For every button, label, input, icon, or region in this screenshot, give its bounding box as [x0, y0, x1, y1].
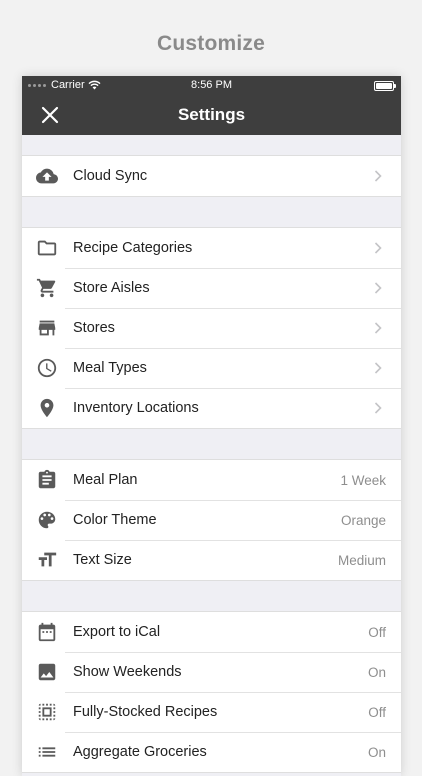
- chevron-right-icon: [374, 242, 382, 254]
- settings-row-label: Export to iCal: [73, 624, 161, 640]
- chevron-right-icon: [374, 282, 382, 294]
- settings-row-value: On: [367, 665, 386, 680]
- section-spacer: [22, 429, 401, 459]
- settings-row-export-ical[interactable]: Export to iCal Off: [22, 612, 401, 652]
- cart-icon: [36, 278, 56, 298]
- settings-row-label: Cloud Sync: [73, 168, 148, 184]
- select-all-icon: [38, 703, 56, 721]
- page-title: Settings: [177, 105, 246, 124]
- section-organization: Recipe Categories Store Aisles Stores Me…: [22, 227, 401, 429]
- chevron-right-icon: [374, 362, 382, 374]
- settings-row-value: On: [367, 745, 386, 760]
- settings-row-label: Meal Plan: [73, 472, 138, 488]
- settings-row-recipe-categories[interactable]: Recipe Categories: [22, 228, 401, 268]
- settings-row-value: Off: [368, 625, 386, 640]
- chevron-right-icon: [374, 402, 382, 414]
- settings-row-label: Text Size: [73, 552, 132, 568]
- settings-row-store-aisles[interactable]: Store Aisles: [22, 268, 401, 308]
- settings-row-label: Fully-Stocked Recipes: [73, 704, 218, 720]
- headline: Customize: [157, 32, 265, 55]
- chevron-right-icon: [374, 170, 382, 182]
- settings-row-value: Off: [368, 705, 386, 720]
- settings-row-value: Orange: [340, 513, 386, 528]
- settings-row-label: Color Theme: [73, 512, 157, 528]
- section-toggles: Export to iCal Off Show Weekends On Full…: [22, 611, 401, 773]
- settings-row-aggregate-groceries[interactable]: Aggregate Groceries On: [22, 732, 401, 772]
- settings-row-label: Stores: [73, 320, 115, 336]
- settings-row-show-weekends[interactable]: Show Weekends On: [22, 652, 401, 692]
- settings-row-label: Show Weekends: [73, 664, 182, 680]
- section-spacer: [22, 135, 401, 155]
- settings-row-label: Inventory Locations: [73, 400, 199, 416]
- list-icon: [38, 747, 56, 757]
- text-size-icon: [38, 552, 57, 567]
- calendar-icon: [38, 622, 56, 642]
- nav-bar: Settings: [22, 95, 401, 135]
- settings-row-value: Medium: [337, 553, 386, 568]
- settings-row-color-theme[interactable]: Color Theme Orange: [22, 500, 401, 540]
- settings-row-cloud-sync[interactable]: Cloud Sync: [22, 156, 401, 196]
- settings-row-label: Aggregate Groceries: [73, 744, 207, 760]
- section-sync: Cloud Sync: [22, 155, 401, 197]
- chevron-right-icon: [374, 322, 382, 334]
- settings-row-text-size[interactable]: Text Size Medium: [22, 540, 401, 580]
- folder-icon: [37, 240, 57, 256]
- section-preferences: Meal Plan 1 Week Color Theme Orange Text…: [22, 459, 401, 581]
- status-time: 8:56 PM: [191, 79, 232, 91]
- image-icon: [38, 663, 56, 681]
- settings-row-meal-plan[interactable]: Meal Plan 1 Week: [22, 460, 401, 500]
- clock-icon: [37, 358, 57, 378]
- section-spacer: [22, 581, 401, 611]
- battery-icon: [374, 81, 396, 91]
- settings-row-label: Meal Types: [73, 360, 147, 376]
- cloud-upload-icon: [36, 168, 58, 184]
- settings-row-meal-types[interactable]: Meal Types: [22, 348, 401, 388]
- clipboard-icon: [38, 469, 56, 489]
- store-icon: [38, 320, 56, 336]
- settings-row-fully-stocked-recipes[interactable]: Fully-Stocked Recipes Off: [22, 692, 401, 732]
- settings-row-label: Recipe Categories: [73, 240, 193, 256]
- settings-row-label: Store Aisles: [73, 280, 150, 296]
- section-spacer: [22, 197, 401, 227]
- phone-screen: Carrier 8:56 PM Settings Cloud Sync Reci…: [22, 76, 401, 776]
- settings-row-value: 1 Week: [340, 473, 386, 488]
- settings-row-inventory-locations[interactable]: Inventory Locations: [22, 388, 401, 428]
- palette-icon: [38, 511, 56, 529]
- status-bar: Carrier 8:56 PM: [22, 76, 401, 95]
- location-pin-icon: [40, 398, 54, 418]
- settings-list: Cloud Sync Recipe Categories Store Aisle…: [22, 135, 401, 773]
- settings-row-stores[interactable]: Stores: [22, 308, 401, 348]
